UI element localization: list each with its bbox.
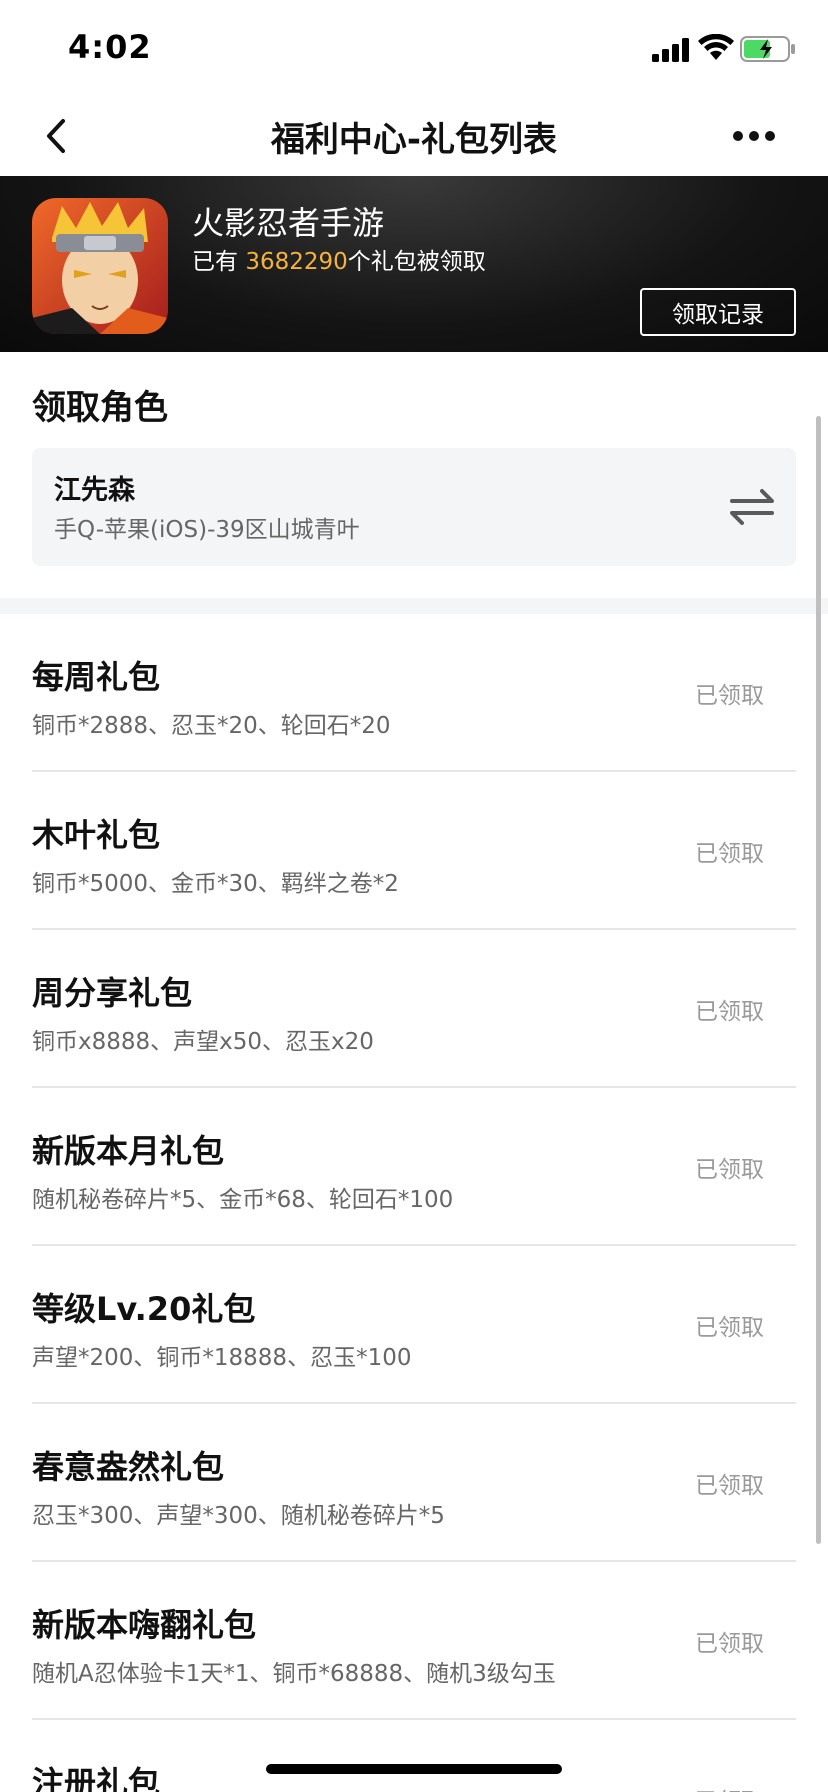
gift-item[interactable]: 新版本嗨翻礼包 随机A忍体验卡1天*1、铜币*68888、随机3级勾玉 已领取 — [32, 1562, 796, 1720]
home-indicator[interactable] — [266, 1764, 562, 1774]
scrollbar[interactable] — [816, 416, 821, 1544]
gift-desc: 随机A忍体验卡1天*1、铜币*68888、随机3级勾玉 — [32, 1661, 556, 1687]
status-time: 4:02 — [68, 28, 152, 66]
gift-item[interactable]: 木叶礼包 铜币*5000、金币*30、羁绊之卷*2 已领取 — [32, 772, 796, 930]
gift-status: 已领取 — [695, 1315, 764, 1341]
gift-name: 新版本嗨翻礼包 — [32, 1606, 257, 1644]
role-name: 江先森 — [54, 475, 135, 506]
gift-status: 已领取 — [695, 1473, 764, 1499]
gift-list: 每周礼包 铜币*2888、忍玉*20、轮回石*20 已领取 木叶礼包 铜币*50… — [0, 614, 828, 1792]
gift-desc: 声望*200、铜币*18888、忍玉*100 — [32, 1345, 412, 1371]
game-banner: 火影忍者手游 已有 3682290个礼包被领取 领取记录 — [0, 176, 828, 352]
claimed-summary: 已有 3682290个礼包被领取 — [192, 242, 486, 276]
page-title: 福利中心-礼包列表 — [270, 120, 558, 160]
gift-desc: 铜币*2888、忍玉*20、轮回石*20 — [32, 713, 391, 739]
role-card[interactable]: 江先森 手Q-苹果(iOS)-39区山城青叶 — [32, 448, 796, 566]
gift-desc: 铜币x8888、声望x50、忍玉x20 — [32, 1029, 374, 1055]
gift-status: 已领取 — [695, 1782, 764, 1792]
signal-icon — [652, 38, 689, 62]
role-server: 手Q-苹果(iOS)-39区山城青叶 — [54, 517, 360, 543]
gift-item[interactable]: 周分享礼包 铜币x8888、声望x50、忍玉x20 已领取 — [32, 930, 796, 1088]
claim-records-button[interactable]: 领取记录 — [640, 288, 796, 336]
nav-bar: 福利中心-礼包列表 — [0, 96, 828, 176]
gift-desc: 忍玉*300、声望*300、随机秘卷碎片*5 — [32, 1503, 445, 1529]
gift-status: 已领取 — [695, 1631, 764, 1657]
gift-name: 周分享礼包 — [32, 974, 193, 1012]
claimed-count: 3682290 — [245, 249, 348, 275]
gift-item[interactable]: 春意盎然礼包 忍玉*300、声望*300、随机秘卷碎片*5 已领取 — [32, 1404, 796, 1562]
gift-name: 新版本月礼包 — [32, 1132, 225, 1170]
game-icon — [32, 198, 168, 334]
gift-item[interactable]: 注册礼包 已领取 — [32, 1720, 796, 1792]
gift-item[interactable]: 等级Lv.20礼包 声望*200、铜币*18888、忍玉*100 已领取 — [32, 1246, 796, 1404]
claimed-prefix: 已有 — [192, 249, 246, 275]
gift-name: 等级Lv.20礼包 — [32, 1290, 256, 1328]
claimed-suffix: 个礼包被领取 — [347, 249, 486, 275]
wifi-icon — [698, 34, 734, 60]
gift-status: 已领取 — [695, 1157, 764, 1183]
more-button[interactable] — [722, 110, 786, 162]
gift-item[interactable]: 每周礼包 铜币*2888、忍玉*20、轮回石*20 已领取 — [32, 614, 796, 772]
gift-desc: 铜币*5000、金币*30、羁绊之卷*2 — [32, 871, 399, 897]
more-dot — [765, 131, 775, 141]
gift-status: 已领取 — [695, 683, 764, 709]
gift-name: 每周礼包 — [32, 658, 161, 696]
role-section-title: 领取角色 — [32, 388, 168, 428]
gift-name: 木叶礼包 — [32, 816, 161, 854]
swap-arrows-icon[interactable] — [728, 486, 776, 528]
gift-desc: 随机秘卷碎片*5、金币*68、轮回石*100 — [32, 1187, 454, 1213]
gift-name: 注册礼包 — [32, 1764, 161, 1792]
gift-status: 已领取 — [695, 841, 764, 867]
battery-charging-icon — [740, 36, 795, 62]
more-dots-icon — [733, 131, 743, 141]
gift-status: 已领取 — [695, 999, 764, 1025]
gift-item[interactable]: 新版本月礼包 随机秘卷碎片*5、金币*68、轮回石*100 已领取 — [32, 1088, 796, 1246]
status-bar: 4:02 — [0, 0, 828, 96]
game-name: 火影忍者手游 — [192, 204, 385, 242]
gift-name: 春意盎然礼包 — [32, 1448, 225, 1486]
section-divider — [0, 598, 828, 614]
more-dot — [749, 131, 759, 141]
